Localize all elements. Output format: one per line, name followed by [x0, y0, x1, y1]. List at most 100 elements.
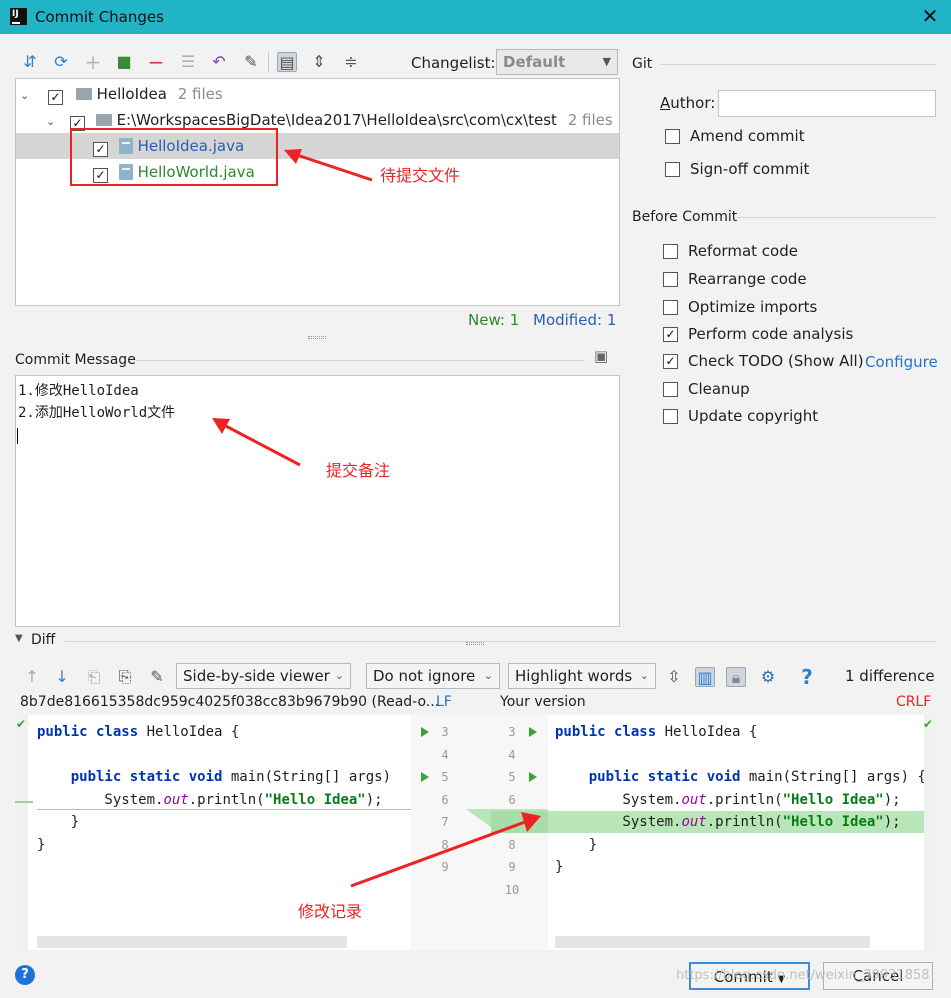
summary-new: New: 1 [468, 311, 520, 329]
highlight-select[interactable]: Highlight words ⌄ [508, 663, 656, 689]
left-revision: 8b7de816615358dc959c4025f038cc83b9679b90… [20, 694, 440, 710]
window-title: Commit Changes [35, 8, 164, 26]
settings-gear-icon[interactable]: ⚙ [758, 667, 778, 687]
sync-scroll-icon[interactable]: ▥ [695, 667, 715, 687]
changelist-label: Changelist: [411, 54, 496, 72]
collapse-all-icon[interactable]: ≑ [341, 52, 361, 72]
annotation-arrow [350, 812, 541, 888]
help-icon[interactable]: ? [797, 667, 817, 687]
line-number: 4 [508, 747, 516, 762]
option-label[interactable]: Update copyright [688, 407, 818, 425]
show-diff-icon[interactable]: ▤ [277, 52, 297, 72]
option-label[interactable]: Cleanup [688, 380, 750, 398]
commit-message-line: 2.添加HelloWorld文件 [18, 405, 176, 421]
commit-message-label: Commit Message [15, 352, 136, 368]
horizontal-scrollbar[interactable] [555, 936, 870, 948]
annotation-arrow [212, 418, 301, 467]
author-label: Author: [660, 94, 716, 112]
diff-label: Diff [31, 632, 56, 648]
signoff-checkbox[interactable] [665, 162, 680, 177]
git-title: Git [632, 56, 653, 72]
signoff-label[interactable]: Sign-off commit [690, 160, 809, 178]
right-line-ending[interactable]: CRLF [896, 694, 931, 710]
annotation-message: 提交备注 [326, 461, 391, 480]
option-label[interactable]: Rearrange code [688, 270, 807, 288]
move-changelist-icon[interactable]: ■ [114, 52, 134, 72]
edit-source-icon[interactable]: ✎ [241, 52, 261, 72]
folder-icon [95, 114, 112, 126]
checkmark-icon: ✔ [923, 717, 934, 731]
collapse-unchanged-icon[interactable]: ⇳ [664, 667, 684, 687]
apply-arrow-icon[interactable] [529, 772, 537, 782]
edit-source-icon[interactable]: ✎ [147, 667, 167, 687]
annotation-files: 待提交文件 [380, 166, 461, 185]
close-button[interactable]: ✕ [918, 4, 942, 28]
amend-label[interactable]: Amend commit [690, 127, 805, 145]
viewer-select[interactable]: Side-by-side viewer ⌄ [176, 663, 351, 689]
prev-diff-icon[interactable]: ↑ [22, 667, 42, 687]
changes-tree: ⌄ ✓ HelloIdea 2 files ⌄ ✓ E:\WorkspacesB… [15, 78, 620, 306]
horizontal-scrollbar[interactable] [37, 936, 347, 948]
collapse-triangle-icon[interactable]: ▼ [15, 633, 23, 644]
right-editor[interactable]: public class HelloIdea { public static v… [548, 715, 937, 950]
line-number: 5 [441, 770, 449, 784]
splitter-handle[interactable] [466, 642, 484, 645]
option-label[interactable]: Optimize imports [688, 298, 817, 316]
lock-icon[interactable]: 🔒︎ [726, 667, 746, 687]
next-file-icon[interactable]: ⎘ [115, 667, 135, 687]
intellij-logo-icon: IJ [10, 8, 27, 25]
option-label[interactable]: Reformat code [688, 242, 798, 260]
summary-modified: Modified: 1 [533, 311, 617, 329]
vertical-scrollbar[interactable] [924, 715, 937, 950]
remove-icon[interactable]: − [146, 52, 166, 72]
line-number: 5 [508, 770, 516, 784]
prev-file-icon[interactable]: ⎗ [84, 667, 104, 687]
option-checkbox[interactable] [663, 382, 678, 397]
option-checkbox[interactable] [663, 409, 678, 424]
line-number: 3 [508, 725, 516, 739]
code-block: public class HelloIdea { public static v… [37, 724, 392, 853]
rollback-icon[interactable]: ↶ [209, 52, 229, 72]
watermark: https://blog.csdn.net/weixin_39931858 [676, 968, 930, 983]
message-history-icon[interactable]: ▣ [594, 347, 612, 365]
diff-arrows-icon[interactable]: ⇵ [20, 52, 40, 72]
configure-link[interactable]: Configure [865, 353, 938, 371]
left-line-ending[interactable]: LF [436, 694, 452, 710]
line-number: 4 [441, 747, 449, 762]
help-button[interactable]: ? [15, 965, 35, 985]
option-label[interactable]: Perform code analysis [688, 325, 853, 343]
add-icon[interactable]: + [83, 52, 103, 72]
checkmark-icon: ✔ [16, 717, 27, 731]
chevron-down-icon[interactable]: ⌄ [20, 89, 29, 102]
text-cursor [17, 428, 18, 444]
expand-all-icon[interactable]: ⇕ [309, 52, 329, 72]
commit-message-editor[interactable]: 1.修改HelloIdea 2.添加HelloWorld文件 [15, 375, 620, 627]
apply-arrow-icon[interactable] [421, 772, 429, 782]
option-checkbox[interactable] [663, 272, 678, 287]
option-checkbox[interactable] [663, 300, 678, 315]
refresh-icon[interactable]: ⟳ [51, 52, 71, 72]
tree-row-root[interactable]: ⌄ ✓ HelloIdea 2 files [20, 81, 223, 107]
root-name: HelloIdea [96, 85, 167, 103]
apply-arrow-icon[interactable] [421, 727, 429, 737]
right-revision: Your version [500, 694, 586, 710]
option-label[interactable]: Check TODO (Show All) [688, 352, 864, 370]
commit-message-line: 1.修改HelloIdea [18, 383, 139, 399]
splitter-handle[interactable] [308, 336, 326, 339]
title-bar: IJ Commit Changes ✕ [0, 0, 951, 34]
apply-arrow-icon[interactable] [529, 727, 537, 737]
root-checkbox[interactable]: ✓ [48, 90, 63, 105]
author-input[interactable] [718, 90, 936, 117]
difference-count: 1 difference [845, 667, 935, 685]
next-diff-icon[interactable]: ↓ [52, 667, 72, 687]
amend-checkbox[interactable] [665, 129, 680, 144]
ignore-select[interactable]: Do not ignore ⌄ [366, 663, 500, 689]
root-count: 2 files [177, 85, 223, 103]
changelist-select[interactable]: Default ▼ [496, 49, 618, 75]
chevron-down-icon[interactable]: ⌄ [46, 115, 55, 128]
option-checkbox[interactable]: ✓ [663, 354, 678, 369]
folder-count: 2 files [567, 111, 613, 129]
option-checkbox[interactable] [663, 244, 678, 259]
option-checkbox[interactable]: ✓ [663, 327, 678, 342]
group-icon[interactable]: ☰ [178, 52, 198, 72]
